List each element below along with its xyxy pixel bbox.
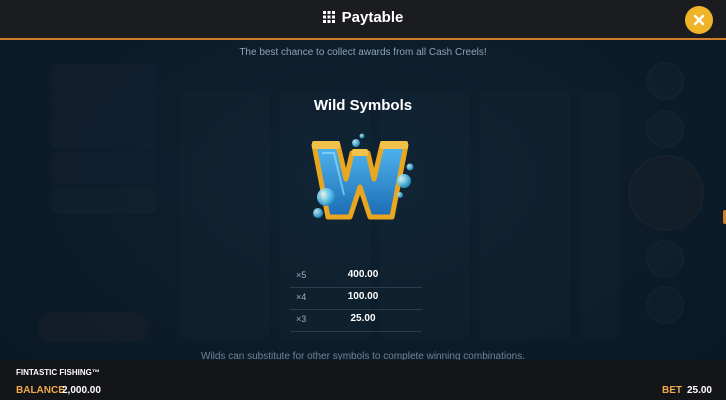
grid-icon [322,11,335,23]
bottom-bar: FINTASTIC FISHING™ BALANCE 2,000.00 BET … [0,360,726,400]
paytable-value: 100.00 [347,291,379,302]
paytable-multiplier: ×3 [296,314,307,324]
paytable-row: ×3 25.00 [290,310,422,332]
balance-label: BALANCE [16,385,65,396]
game-name: FINTASTIC FISHING™ [16,368,100,377]
wild-w-icon [311,133,414,220]
paytable-row: ×4 100.00 [290,288,422,310]
close-icon [693,14,705,26]
paytable-list: ×5 400.00 ×4 100.00 ×3 25.00 [290,266,422,332]
paytable-title: Paytable [0,9,726,26]
section-title: Wild Symbols [313,97,413,114]
paytable-subtitle: The best chance to collect awards from a… [239,47,487,58]
paytable-header: Paytable [0,0,726,40]
close-button[interactable] [685,6,713,34]
paytable-multiplier: ×4 [296,292,307,302]
paytable-multiplier: ×5 [296,270,307,280]
paytable-value: 25.00 [350,313,376,324]
paytable-value: 400.00 [347,269,379,280]
bet-value: 25.00 [686,385,712,396]
paytable-row: ×5 400.00 [290,266,422,288]
bet-label: BET [662,385,682,396]
balance-value: 2,000.00 [62,385,101,396]
paytable-title-text: Paytable [341,9,404,26]
